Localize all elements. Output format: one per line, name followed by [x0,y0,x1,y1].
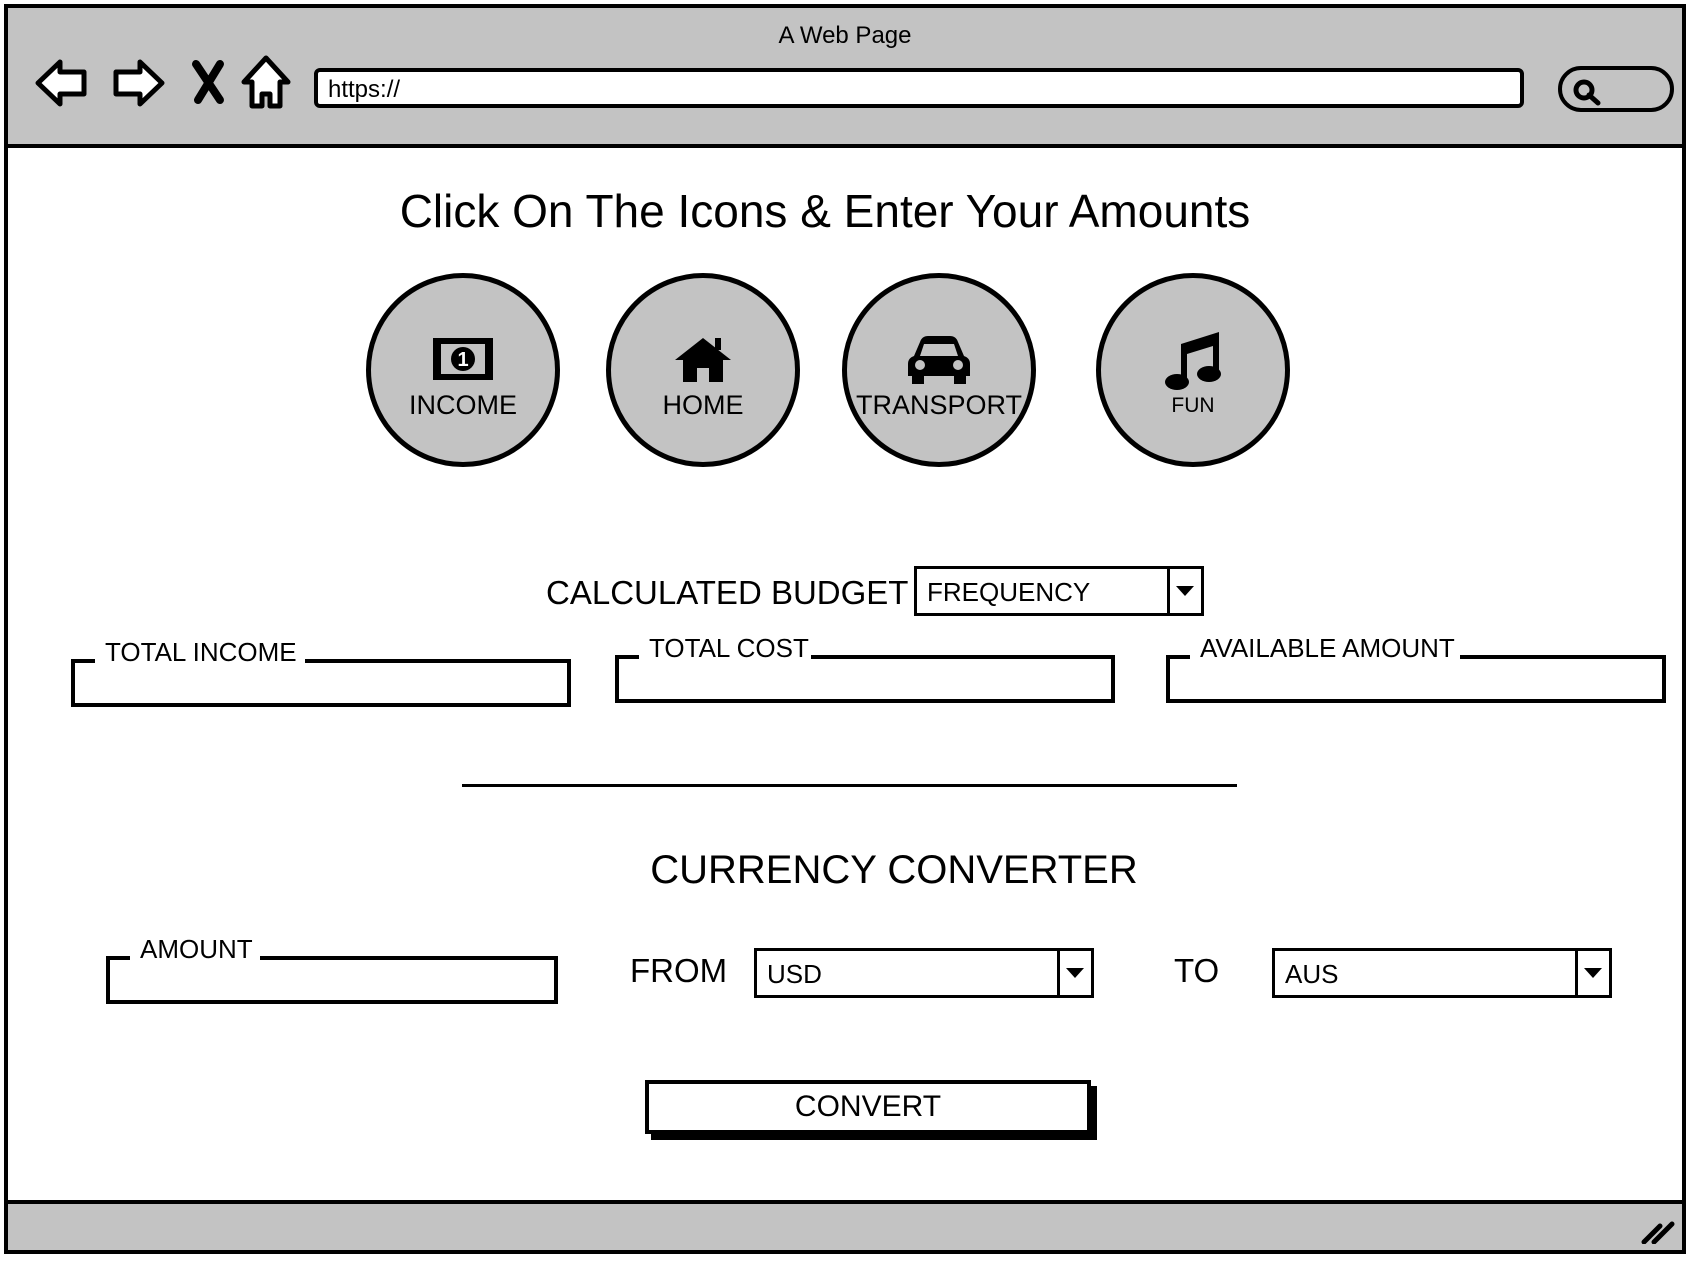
chevron-down-icon [1066,968,1084,978]
total-cost-legend: TOTAL COST [647,633,811,664]
total-cost-field: TOTAL COST [615,633,1115,703]
url-bar[interactable]: https:// [314,68,1524,108]
income-label: INCOME [409,390,517,420]
to-currency-select[interactable]: AUS [1272,948,1612,998]
house-icon [675,338,731,382]
transport-button[interactable]: TRANSPORT [842,273,1036,467]
to-label: TO [1174,952,1220,989]
window-title: A Web Page [778,22,912,49]
to-currency-value: AUS [1285,959,1339,989]
home-label: HOME [662,390,744,420]
home-category-button[interactable]: HOME [606,273,800,467]
back-arrow-icon[interactable] [34,54,92,112]
total-income-legend: TOTAL INCOME [103,637,299,668]
browser-window: A Web Page https:// Click On The Icons &… [4,4,1686,1254]
fun-label: FUN [1171,394,1215,417]
car-icon [908,336,970,384]
to-dropdown-button[interactable] [1575,951,1609,995]
transport-label: TRANSPORT [855,390,1023,420]
frequency-dropdown-button[interactable] [1167,569,1201,613]
total-income-field: TOTAL INCOME [71,637,571,707]
total-cost-input[interactable] [623,663,1107,695]
svg-text:1: 1 [457,349,468,371]
from-currency-value: USD [767,959,822,989]
available-amount-legend: AVAILABLE AMOUNT [1198,633,1457,664]
available-amount-field: AVAILABLE AMOUNT [1166,633,1666,703]
total-income-input[interactable] [79,667,563,699]
search-button[interactable] [1558,66,1674,112]
status-bar [8,1200,1682,1250]
convert-button[interactable]: CONVERT [645,1080,1091,1134]
frequency-select-value: FREQUENCY [927,577,1091,607]
from-label: FROM [630,952,728,989]
forward-arrow-icon[interactable] [108,54,166,112]
close-x-icon[interactable] [186,54,244,112]
currency-converter-title: CURRENCY CONVERTER [650,848,1138,892]
amount-input[interactable] [114,964,550,996]
available-amount-input[interactable] [1174,663,1658,695]
from-dropdown-button[interactable] [1057,951,1091,995]
page-heading: Click On The Icons & Enter Your Amounts [399,185,1251,237]
section-divider [462,784,1237,787]
amount-field: AMOUNT [106,934,558,1004]
chevron-down-icon [1176,586,1194,596]
income-button[interactable]: 1 INCOME [366,273,560,467]
search-icon [1573,79,1601,106]
browser-toolbar: A Web Page https:// [8,8,1682,148]
home-icon[interactable] [238,54,296,112]
frequency-select[interactable]: FREQUENCY [914,566,1204,616]
chevron-down-icon [1584,968,1602,978]
money-bill-icon: 1 [433,338,493,380]
calculated-budget-label: CALCULATED BUDGET [546,574,909,611]
from-currency-select[interactable]: USD [754,948,1094,998]
fun-button[interactable]: FUN [1096,273,1290,467]
music-note-icon [1165,332,1221,390]
resize-grip-icon[interactable] [1640,1216,1676,1244]
amount-legend: AMOUNT [138,934,255,965]
